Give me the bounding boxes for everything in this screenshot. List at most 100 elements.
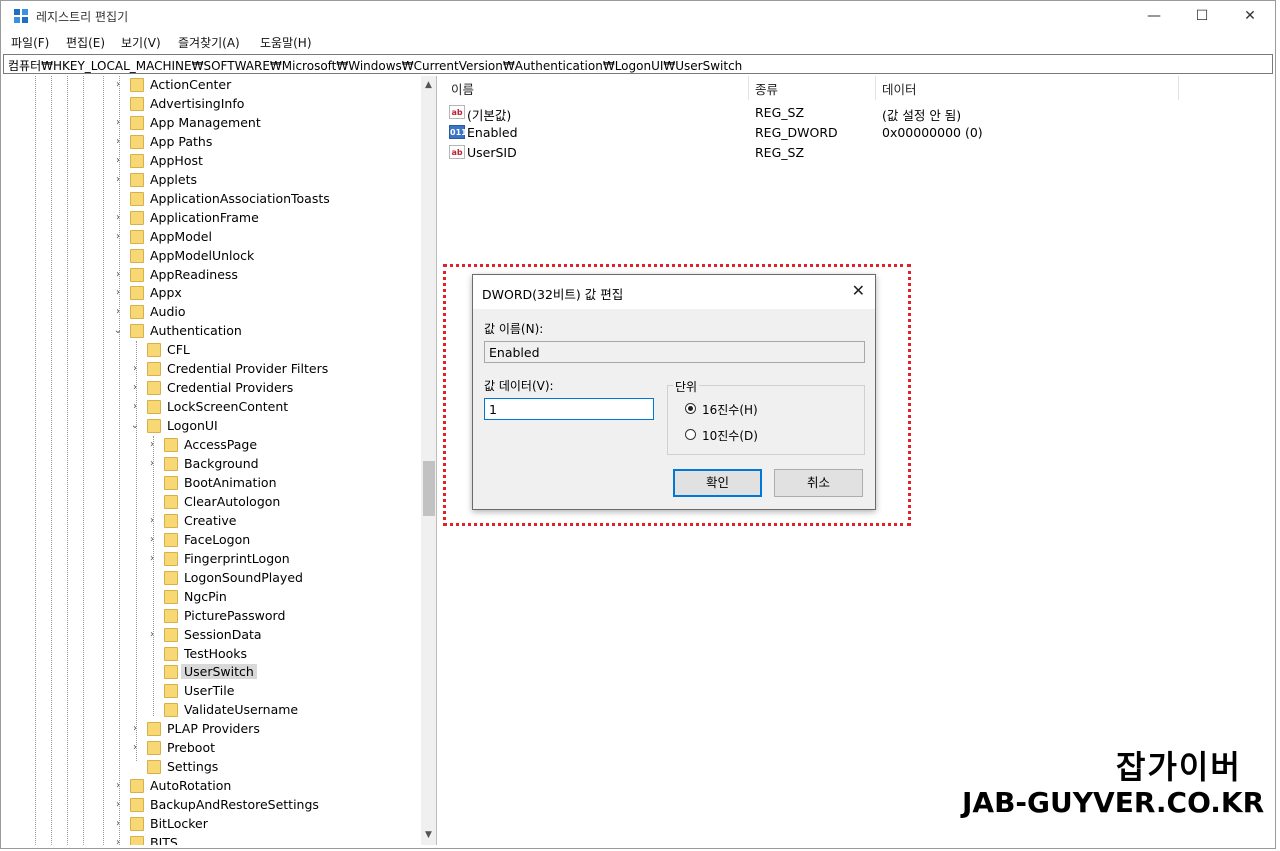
chevron-right-icon[interactable]: ›	[113, 288, 123, 298]
tree-item[interactable]: › AccessPage	[3, 436, 423, 455]
tree-item[interactable]: › Background	[3, 455, 423, 474]
tree-item[interactable]: ValidateUsername	[3, 701, 423, 720]
chevron-right-icon[interactable]: ›	[147, 459, 157, 469]
tree-item[interactable]: › App Paths	[3, 133, 423, 152]
tree-item[interactable]: › AppReadiness	[3, 266, 423, 285]
tree-item[interactable]: › Audio	[3, 303, 423, 322]
tree-item[interactable]: ApplicationAssociationToasts	[3, 190, 423, 209]
value-row[interactable]: ab (기본값) REG_SZ (값 설정 안 됨)	[443, 102, 1273, 123]
chevron-right-icon[interactable]: ›	[113, 136, 123, 147]
tree-item[interactable]: › Preboot	[3, 739, 423, 758]
scroll-thumb[interactable]	[423, 461, 435, 516]
chevron-right-icon[interactable]: ›	[147, 440, 157, 450]
column-separator[interactable]	[875, 76, 876, 100]
menu-help[interactable]: 도움말(H)	[260, 34, 312, 51]
tree-item[interactable]: › ActionCenter	[3, 76, 423, 95]
menu-view[interactable]: 보기(V)	[121, 34, 161, 51]
chevron-down-icon[interactable]: ⌄	[130, 421, 140, 431]
column-header-name[interactable]: 이름	[451, 79, 474, 98]
tree-item[interactable]: › ApplicationFrame	[3, 209, 423, 228]
tree-item[interactable]: TestHooks	[3, 645, 423, 664]
cancel-button[interactable]: 취소	[774, 469, 863, 497]
value-row[interactable]: 011 Enabled REG_DWORD 0x00000000 (0)	[443, 122, 1273, 142]
tree-item[interactable]: › BitLocker	[3, 815, 423, 834]
chevron-right-icon[interactable]: ›	[113, 838, 123, 846]
menu-file[interactable]: 파일(F)	[11, 34, 49, 51]
chevron-right-icon[interactable]: ›	[113, 155, 123, 166]
scroll-down-arrow-icon[interactable]: ▼	[421, 828, 436, 843]
chevron-right-icon[interactable]: ›	[130, 743, 140, 753]
chevron-right-icon[interactable]: ›	[113, 269, 123, 280]
tree-item[interactable]: › Creative	[3, 512, 423, 531]
tree-item[interactable]: › AppHost	[3, 152, 423, 171]
tree-item[interactable]: › Credential Provider Filters	[3, 360, 423, 379]
hex-label[interactable]: 16진수(H)	[702, 401, 758, 418]
tree-scrollbar[interactable]: ▲ ▼	[421, 76, 436, 845]
dec-radio[interactable]	[685, 429, 696, 440]
tree-item[interactable]: › Applets	[3, 171, 423, 190]
tree-item[interactable]: AdvertisingInfo	[3, 95, 423, 114]
column-header-type[interactable]: 종류	[755, 79, 778, 98]
tree-item[interactable]: › LockScreenContent	[3, 398, 423, 417]
tree-item[interactable]: Settings	[3, 758, 423, 777]
tree-item[interactable]: › BackupAndRestoreSettings	[3, 796, 423, 815]
column-header-data[interactable]: 데이터	[882, 79, 917, 98]
tree-item[interactable]: BootAnimation	[3, 474, 423, 493]
tree-item[interactable]: › BITS	[3, 834, 423, 845]
tree-item[interactable]: › FingerprintLogon	[3, 550, 423, 569]
chevron-right-icon[interactable]: ›	[130, 724, 140, 734]
tree-item[interactable]: AppModelUnlock	[3, 247, 423, 266]
tree-item[interactable]: ClearAutologon	[3, 493, 423, 512]
chevron-right-icon[interactable]: ›	[113, 800, 123, 810]
chevron-right-icon[interactable]: ›	[113, 231, 123, 242]
menu-favorites[interactable]: 즐겨찾기(A)	[178, 34, 240, 51]
tree-item[interactable]: ⌄ Authentication	[3, 322, 423, 341]
tree-item[interactable]: ⌄ LogonUI	[3, 417, 423, 436]
value-data-input[interactable]: 1	[484, 398, 654, 420]
scroll-up-arrow-icon[interactable]: ▲	[421, 78, 436, 93]
ok-button[interactable]: 확인	[673, 469, 762, 497]
chevron-right-icon[interactable]: ›	[113, 174, 123, 185]
chevron-right-icon[interactable]: ›	[130, 364, 140, 374]
tree-item[interactable]: › SessionData	[3, 626, 423, 645]
dialog-close-icon[interactable]: ✕	[852, 281, 865, 300]
column-separator[interactable]	[748, 76, 749, 100]
tree-item[interactable]: › FaceLogon	[3, 531, 423, 550]
menu-edit[interactable]: 편집(E)	[66, 34, 105, 51]
tree-item[interactable]: UserTile	[3, 682, 423, 701]
close-button[interactable]: ✕	[1227, 1, 1273, 31]
tree-item[interactable]: › App Management	[3, 114, 423, 133]
address-bar[interactable]: 컴퓨터₩HKEY_LOCAL_MACHINE₩SOFTWARE₩Microsof…	[3, 54, 1273, 74]
chevron-right-icon[interactable]: ›	[113, 212, 123, 223]
chevron-right-icon[interactable]: ›	[130, 402, 140, 412]
tree-item[interactable]: NgcPin	[3, 588, 423, 607]
column-separator[interactable]	[1178, 76, 1179, 100]
chevron-right-icon[interactable]: ›	[113, 819, 123, 829]
registry-tree[interactable]: › ActionCenter AdvertisingInfo › App Managem…	[3, 76, 437, 845]
chevron-down-icon[interactable]: ⌄	[113, 326, 123, 336]
tree-item[interactable]: LogonSoundPlayed	[3, 569, 423, 588]
hex-radio[interactable]	[685, 403, 696, 414]
chevron-right-icon[interactable]: ›	[113, 307, 123, 317]
tree-item[interactable]: › AppModel	[3, 228, 423, 247]
chevron-right-icon[interactable]: ›	[130, 383, 140, 393]
chevron-right-icon[interactable]: ›	[147, 553, 157, 564]
chevron-right-icon[interactable]: ›	[113, 80, 123, 90]
tree-item[interactable]: › PLAP Providers	[3, 720, 423, 739]
title-bar[interactable]: 레지스트리 편집기 — ☐ ✕	[1, 1, 1275, 31]
dec-label[interactable]: 10진수(D)	[702, 427, 758, 444]
chevron-right-icon[interactable]: ›	[113, 117, 123, 128]
tree-item[interactable]: CFL	[3, 341, 423, 360]
chevron-right-icon[interactable]: ›	[113, 781, 123, 791]
tree-item[interactable]: PicturePassword	[3, 607, 423, 626]
tree-item[interactable]: › Appx	[3, 284, 423, 303]
chevron-right-icon[interactable]: ›	[147, 534, 157, 545]
minimize-button[interactable]: —	[1131, 1, 1177, 31]
value-row[interactable]: ab UserSID REG_SZ	[443, 142, 1273, 162]
tree-item[interactable]: UserSwitch	[3, 663, 423, 682]
tree-item[interactable]: › AutoRotation	[3, 777, 423, 796]
maximize-button[interactable]: ☐	[1179, 1, 1225, 31]
tree-item[interactable]: › Credential Providers	[3, 379, 423, 398]
chevron-right-icon[interactable]: ›	[147, 515, 157, 526]
chevron-right-icon[interactable]: ›	[147, 629, 157, 640]
